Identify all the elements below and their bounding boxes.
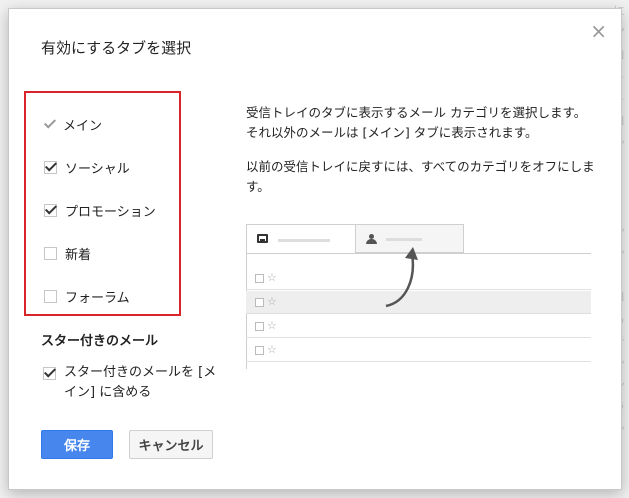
starred-option-label: スター付きのメールを [メイン] に含める xyxy=(64,365,217,400)
inbox-illustration: ☆ ☆ ☆ ☆ xyxy=(246,224,591,369)
tab-option-label: ソーシャル xyxy=(65,161,130,177)
checkbox[interactable] xyxy=(44,289,57,303)
tab-option-label: プロモーション xyxy=(65,204,156,220)
description-paragraph: 以前の受信トレイに戻すには、すべてのカテゴリをオフにします。 xyxy=(246,159,595,194)
description: 受信トレイのタブに表示するメール カテゴリを選択します。それ以外のメールは [メ… xyxy=(246,103,596,211)
tab-option-forums[interactable]: フォーラム xyxy=(44,287,130,306)
description-paragraph: 受信トレイのタブに表示するメール カテゴリを選択します。それ以外のメールは [メ… xyxy=(246,105,587,140)
tab-option-label: フォーラム xyxy=(65,290,130,306)
checkbox[interactable] xyxy=(44,203,57,217)
tab-option-primary: メイン xyxy=(44,115,103,134)
checkbox[interactable] xyxy=(43,367,56,380)
checkbox[interactable] xyxy=(44,246,57,260)
checkbox[interactable] xyxy=(44,160,57,174)
tab-option-social[interactable]: ソーシャル xyxy=(44,158,130,177)
dialog-title: 有効にするタブを選択 xyxy=(41,39,192,57)
close-icon[interactable]: × xyxy=(590,21,607,41)
tab-option-promotions[interactable]: プロモーション xyxy=(44,201,156,220)
tab-option-label: 新着 xyxy=(65,247,92,263)
tab-option-label: メイン xyxy=(63,118,103,134)
curved-arrow-icon xyxy=(385,247,418,308)
cancel-button[interactable]: キャンセル xyxy=(129,430,213,459)
tab-option-updates[interactable]: 新着 xyxy=(44,244,92,263)
starred-heading: スター付きのメール xyxy=(41,334,159,349)
tab-options-highlight: メイン ソーシャル プロモーション 新着 フォーラム xyxy=(24,91,181,316)
select-tabs-dialog: 有効にするタブを選択 × メイン ソーシャル プロモーション 新着 フォーラム … xyxy=(8,8,622,490)
check-icon xyxy=(44,119,55,130)
save-button[interactable]: 保存 xyxy=(41,430,113,459)
starred-option[interactable]: スター付きのメールを [メイン] に含める xyxy=(43,363,223,403)
